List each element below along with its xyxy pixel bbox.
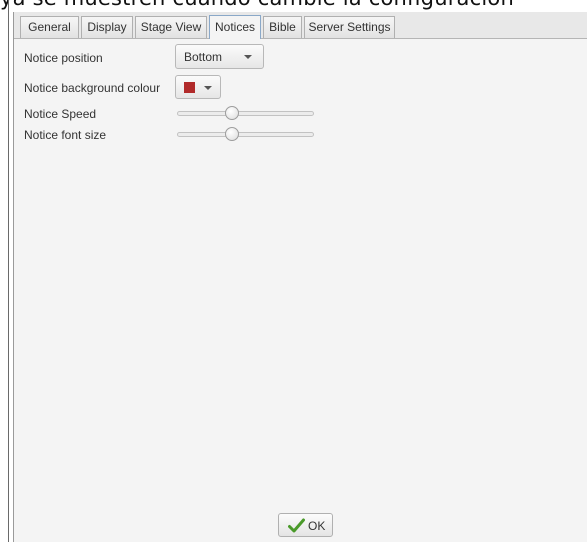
notice-font-size-slider[interactable] — [177, 127, 314, 143]
notice-position-label: Notice position — [24, 51, 103, 65]
screen: ya se muestren cuando cambie la configur… — [0, 0, 587, 542]
notice-background-colour-picker[interactable] — [175, 75, 221, 99]
check-icon — [288, 518, 305, 533]
tab-display[interactable]: Display — [81, 16, 133, 38]
notices-panel: Notice position Bottom Notice background… — [14, 39, 587, 542]
tab-stage-view[interactable]: Stage View — [135, 16, 207, 38]
notice-speed-label: Notice Speed — [24, 107, 97, 121]
tab-bar: General Display Stage View Notices Bible… — [14, 12, 587, 39]
tab-server-settings[interactable]: Server Settings — [304, 16, 395, 38]
slider-thumb[interactable] — [224, 106, 239, 120]
slider-thumb[interactable] — [224, 127, 239, 141]
tab-general[interactable]: General — [20, 16, 79, 38]
ok-button-label: OK — [308, 519, 326, 533]
tab-bible[interactable]: Bible — [263, 16, 302, 38]
notice-position-value: Bottom — [184, 50, 223, 64]
notice-background-colour-label: Notice background colour — [24, 81, 161, 95]
chevron-down-icon — [204, 86, 212, 90]
colour-swatch — [184, 82, 195, 93]
notice-speed-slider[interactable] — [177, 106, 314, 122]
background-divider — [8, 0, 9, 542]
chevron-down-icon — [244, 55, 252, 59]
notice-font-size-label: Notice font size — [24, 128, 107, 142]
ok-button[interactable]: OK — [278, 513, 333, 537]
slider-track — [177, 111, 314, 116]
notice-position-select[interactable]: Bottom — [175, 44, 264, 69]
tab-notices[interactable]: Notices — [209, 15, 261, 39]
slider-track — [177, 132, 314, 137]
options-window: General Display Stage View Notices Bible… — [13, 12, 587, 542]
background-document-text: ya se muestren cuando cambie la configur… — [0, 0, 514, 10]
